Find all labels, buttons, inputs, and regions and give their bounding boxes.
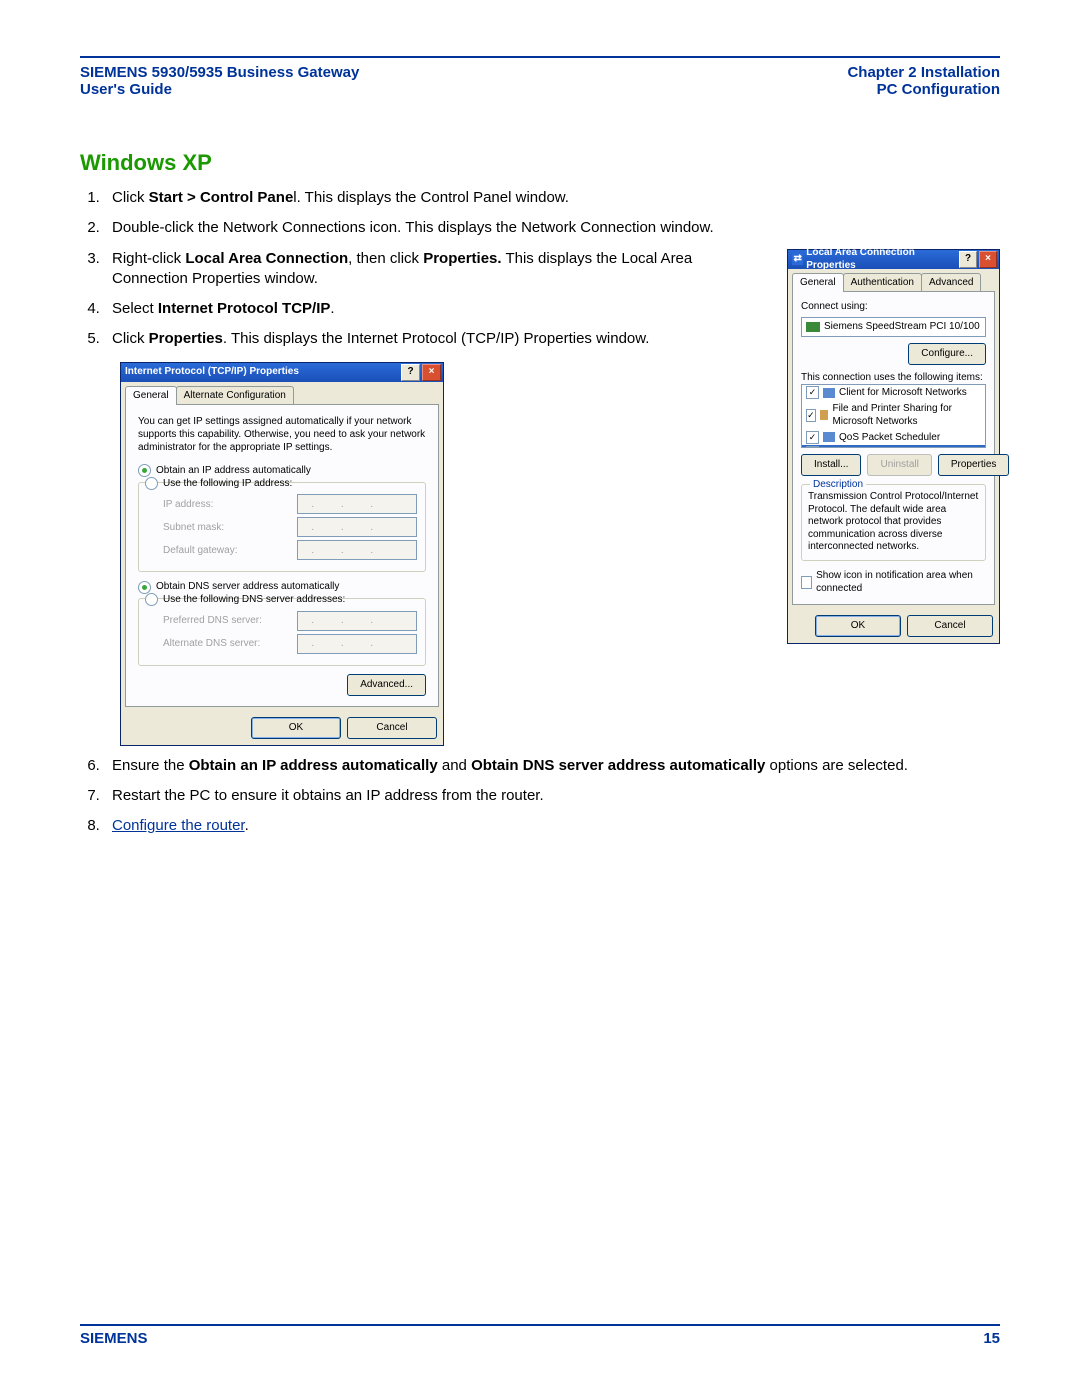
tcpip-titlebar[interactable]: Internet Protocol (TCP/IP) Properties ? … [121,363,443,382]
tab-general[interactable]: General [125,386,177,406]
header-title: SIEMENS 5930/5935 Business Gateway [80,64,359,81]
ok-button[interactable]: OK [251,717,341,739]
radio-auto-ip[interactable]: Obtain an IP address automatically [138,464,426,478]
header-section: PC Configuration [847,81,1000,98]
properties-button[interactable]: Properties [938,454,1010,476]
service-icon [823,432,835,442]
checkbox-icon[interactable]: ✓ [806,446,819,448]
tab-general[interactable]: General [792,273,844,293]
network-icon: ⇄ [792,253,803,265]
show-icon-label: Show icon in notification area when conn… [816,569,986,596]
alternate-dns-field: ... [297,634,417,654]
step-8: Configure the router. [104,816,1000,836]
header-chapter: Chapter 2 Installation [847,64,1000,81]
cancel-button[interactable]: Cancel [907,615,993,637]
close-icon[interactable]: × [979,251,997,268]
manual-dns-group: . Use the following DNS server addresses… [138,598,426,666]
tab-alternate[interactable]: Alternate Configuration [176,386,294,405]
description-group: Description Transmission Control Protoco… [801,484,986,561]
configure-button[interactable]: Configure... [908,343,986,365]
lac-title: Local Area Connection Properties [806,246,957,273]
radio-auto-dns[interactable]: Obtain DNS server address automatically [138,580,426,594]
show-icon-checkbox[interactable] [801,576,812,589]
list-item[interactable]: ✓QoS Packet Scheduler [802,430,985,446]
footer-brand: SIEMENS [80,1330,148,1347]
checkbox-icon[interactable]: ✓ [806,409,816,422]
radio-icon[interactable] [145,477,158,490]
page-header: SIEMENS 5930/5935 Business Gateway User'… [80,58,1000,100]
connection-items-list[interactable]: ✓Client for Microsoft Networks ✓File and… [801,384,986,448]
instruction-list: Click Start > Control Panel. This displa… [104,188,1000,836]
uninstall-button: Uninstall [867,454,931,476]
page-number: 15 [983,1330,1000,1347]
install-button[interactable]: Install... [801,454,861,476]
list-item-tcpip[interactable]: ✓Internet Protocol (TCP/IP) [802,445,985,448]
nic-field: Siemens SpeedStream PCI 10/100 [801,317,986,337]
step-2: Double-click the Network Connections ico… [104,218,1000,238]
service-icon [820,410,829,420]
items-label: This connection uses the following items… [801,371,986,385]
connect-using-label: Connect using: [801,300,986,314]
list-item[interactable]: ✓File and Printer Sharing for Microsoft … [802,401,985,430]
section-heading: Windows XP [80,150,1000,176]
lac-properties-dialog: ⇄ Local Area Connection Properties ? × G… [787,249,1000,644]
description-text: Transmission Control Protocol/Internet P… [808,491,979,554]
step-3: ⇄ Local Area Connection Properties ? × G… [104,249,1000,290]
help-icon[interactable]: ? [959,251,977,268]
nic-icon [806,322,820,332]
radio-icon[interactable] [145,593,158,606]
subnet-mask-field: ... [297,517,417,537]
advanced-button[interactable]: Advanced... [347,674,426,696]
client-icon [823,388,835,398]
intro-text: You can get IP settings assigned automat… [138,415,426,454]
radio-manual-ip[interactable]: Use the following IP address: [145,477,417,491]
list-item[interactable]: ✓Client for Microsoft Networks [802,385,985,401]
tcpip-properties-dialog: Internet Protocol (TCP/IP) Properties ? … [120,362,444,746]
checkbox-icon[interactable]: ✓ [806,431,819,444]
header-subtitle: User's Guide [80,81,359,98]
close-icon[interactable]: × [422,364,441,381]
configure-router-link[interactable]: Configure the router [112,817,245,834]
help-icon[interactable]: ? [401,364,420,381]
ip-address-field: ... [297,494,417,514]
radio-icon[interactable] [138,464,151,477]
checkbox-icon[interactable]: ✓ [806,386,819,399]
step-7: Restart the PC to ensure it obtains an I… [104,786,1000,806]
tab-advanced[interactable]: Advanced [921,273,981,292]
radio-icon[interactable] [138,581,151,594]
manual-ip-group: . Use the following IP address: IP addre… [138,482,426,573]
tcpip-title: Internet Protocol (TCP/IP) Properties [125,365,299,379]
step-6: Ensure the Obtain an IP address automati… [104,756,1000,776]
radio-manual-dns[interactable]: Use the following DNS server addresses: [145,593,417,607]
ok-button[interactable]: OK [815,615,901,637]
lac-titlebar[interactable]: ⇄ Local Area Connection Properties ? × [788,250,999,269]
tab-authentication[interactable]: Authentication [843,273,922,292]
step-1: Click Start > Control Panel. This displa… [104,188,1000,208]
gateway-field: ... [297,540,417,560]
cancel-button[interactable]: Cancel [347,717,437,739]
preferred-dns-field: ... [297,611,417,631]
